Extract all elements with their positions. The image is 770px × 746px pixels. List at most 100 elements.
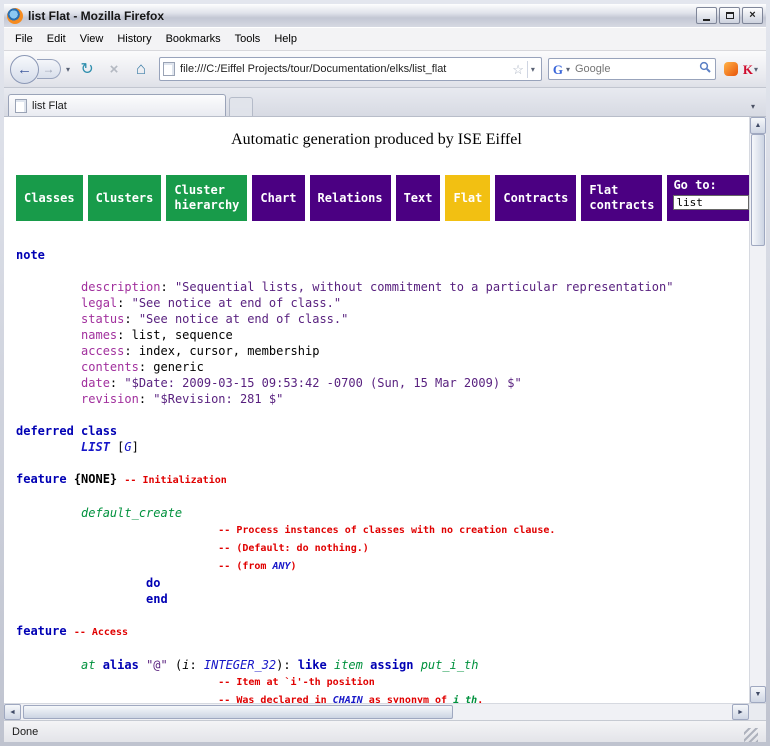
code-token: ] xyxy=(132,440,139,454)
stop-button[interactable]: × xyxy=(102,57,126,81)
list-all-tabs-button[interactable]: ▾ xyxy=(744,96,762,116)
code-token: ( xyxy=(168,658,182,672)
code-token: names xyxy=(81,328,117,342)
class-link[interactable]: INTEGER_32 xyxy=(204,658,276,672)
tab-label: list Flat xyxy=(32,100,67,112)
code-line xyxy=(16,641,749,657)
doc-btn-flat-contracts[interactable]: Flat contracts xyxy=(581,175,662,221)
scroll-left-button[interactable]: ◄ xyxy=(4,704,21,720)
doc-btn-flat[interactable]: Flat xyxy=(445,175,490,221)
search-icon[interactable] xyxy=(699,60,711,78)
code-token: : xyxy=(124,312,138,326)
code-line xyxy=(16,489,749,505)
menu-view[interactable]: View xyxy=(73,30,111,48)
page-viewport: Automatic generation produced by ISE Eif… xyxy=(4,117,749,703)
close-button[interactable]: × xyxy=(742,7,763,24)
code-token: legal xyxy=(81,296,117,310)
scroll-up-button[interactable]: ▲ xyxy=(750,117,766,134)
doc-btn-chart[interactable]: Chart xyxy=(252,175,304,221)
goto-box: Go to: xyxy=(667,175,749,221)
horizontal-scrollbar[interactable]: ◄ ► xyxy=(4,703,749,720)
search-engine-dropdown-icon[interactable]: ▾ xyxy=(566,65,570,74)
horizontal-scroll-track[interactable] xyxy=(21,704,732,720)
code-line: description: "Sequential lists, without … xyxy=(16,279,749,295)
code-token: -- (from xyxy=(218,561,272,572)
class-link[interactable]: G xyxy=(124,440,131,454)
reload-button[interactable]: ↻ xyxy=(75,57,99,81)
doc-btn-cluster-hierarchy[interactable]: Cluster hierarchy xyxy=(166,175,247,221)
goto-input[interactable] xyxy=(673,195,749,210)
code-token: "$Revision: 281 $" xyxy=(153,392,283,406)
status-text: Done xyxy=(12,726,38,738)
code-token: at xyxy=(81,658,95,672)
menu-file[interactable]: File xyxy=(8,30,40,48)
window-controls: × xyxy=(696,7,763,24)
minimize-button[interactable] xyxy=(696,7,717,24)
code-token: : xyxy=(110,376,124,390)
goto-label: Go to: xyxy=(673,178,749,192)
code-token: -- Initialization xyxy=(124,475,226,486)
history-dropdown-icon[interactable]: ▾ xyxy=(64,65,72,74)
tab-list-flat[interactable]: list Flat xyxy=(8,94,226,116)
bookmark-star-icon[interactable]: ☆ xyxy=(512,63,524,76)
scroll-down-button[interactable]: ▼ xyxy=(750,686,766,703)
search-input[interactable] xyxy=(573,62,696,76)
code-line: LIST [G] xyxy=(16,439,749,455)
code-token: access xyxy=(81,344,124,358)
code-token: : xyxy=(139,392,153,406)
doc-nav: ClassesClustersCluster hierarchyChartRel… xyxy=(16,175,749,221)
maximize-button[interactable] xyxy=(719,7,740,24)
vertical-scrollbar[interactable]: ▲ ▼ xyxy=(749,117,766,703)
code-token: status xyxy=(81,312,124,326)
code-token: ) xyxy=(291,561,297,572)
kaspersky-icon[interactable]: K▾ xyxy=(741,63,760,76)
code-line xyxy=(16,407,749,423)
vertical-scroll-track[interactable] xyxy=(750,134,766,686)
resize-grip[interactable] xyxy=(744,728,758,742)
menu-bar: FileEditViewHistoryBookmarksToolsHelp xyxy=(4,27,766,51)
vertical-scroll-thumb[interactable] xyxy=(751,134,765,246)
doc-btn-clusters[interactable]: Clusters xyxy=(88,175,162,221)
code-token: : list, sequence xyxy=(117,328,233,342)
addon-icon[interactable] xyxy=(724,62,738,76)
menu-edit[interactable]: Edit xyxy=(40,30,73,48)
url-dropdown-icon[interactable]: ▾ xyxy=(527,61,538,78)
back-button[interactable]: ← xyxy=(10,55,39,84)
code-line: access: index, cursor, membership xyxy=(16,343,749,359)
code-token xyxy=(139,658,146,672)
code-token xyxy=(413,658,420,672)
code-line: contents: generic xyxy=(16,359,749,375)
code-line: note xyxy=(16,247,749,263)
menu-tools[interactable]: Tools xyxy=(228,30,268,48)
code-line: -- (from ANY) xyxy=(16,557,749,575)
class-link[interactable]: CHAIN xyxy=(333,695,363,703)
horizontal-scroll-row: ◄ ► xyxy=(4,703,766,720)
code-token: "Sequential lists, without commitment to… xyxy=(175,280,674,294)
code-token: date xyxy=(81,376,110,390)
doc-btn-text[interactable]: Text xyxy=(396,175,441,221)
doc-btn-classes[interactable]: Classes xyxy=(16,175,83,221)
code-token: -- Item at `i'-th position xyxy=(218,677,375,688)
doc-btn-relations[interactable]: Relations xyxy=(310,175,391,221)
horizontal-scroll-thumb[interactable] xyxy=(23,705,453,719)
code-token: ): xyxy=(276,658,298,672)
url-input[interactable] xyxy=(178,62,509,76)
code-line: do xyxy=(16,575,749,591)
code-token: -- Process instances of classes with no … xyxy=(218,525,555,536)
menu-help[interactable]: Help xyxy=(267,30,304,48)
scroll-right-button[interactable]: ► xyxy=(732,704,749,720)
code-line: revision: "$Revision: 281 $" xyxy=(16,391,749,407)
code-line: -- Was declared in CHAIN as synonym of i… xyxy=(16,691,749,703)
home-button[interactable]: ⌂ xyxy=(129,57,153,81)
content-area: Automatic generation produced by ISE Eif… xyxy=(4,117,766,703)
forward-button[interactable]: → xyxy=(37,59,61,79)
code-token xyxy=(67,472,74,486)
menu-history[interactable]: History xyxy=(110,30,158,48)
code-token: "@" xyxy=(146,658,168,672)
menu-bookmarks[interactable]: Bookmarks xyxy=(159,30,228,48)
class-link[interactable]: LIST xyxy=(81,440,110,454)
code-token: revision xyxy=(81,392,139,406)
doc-btn-contracts[interactable]: Contracts xyxy=(495,175,576,221)
class-link[interactable]: ANY xyxy=(272,561,290,572)
code-token xyxy=(67,624,74,638)
